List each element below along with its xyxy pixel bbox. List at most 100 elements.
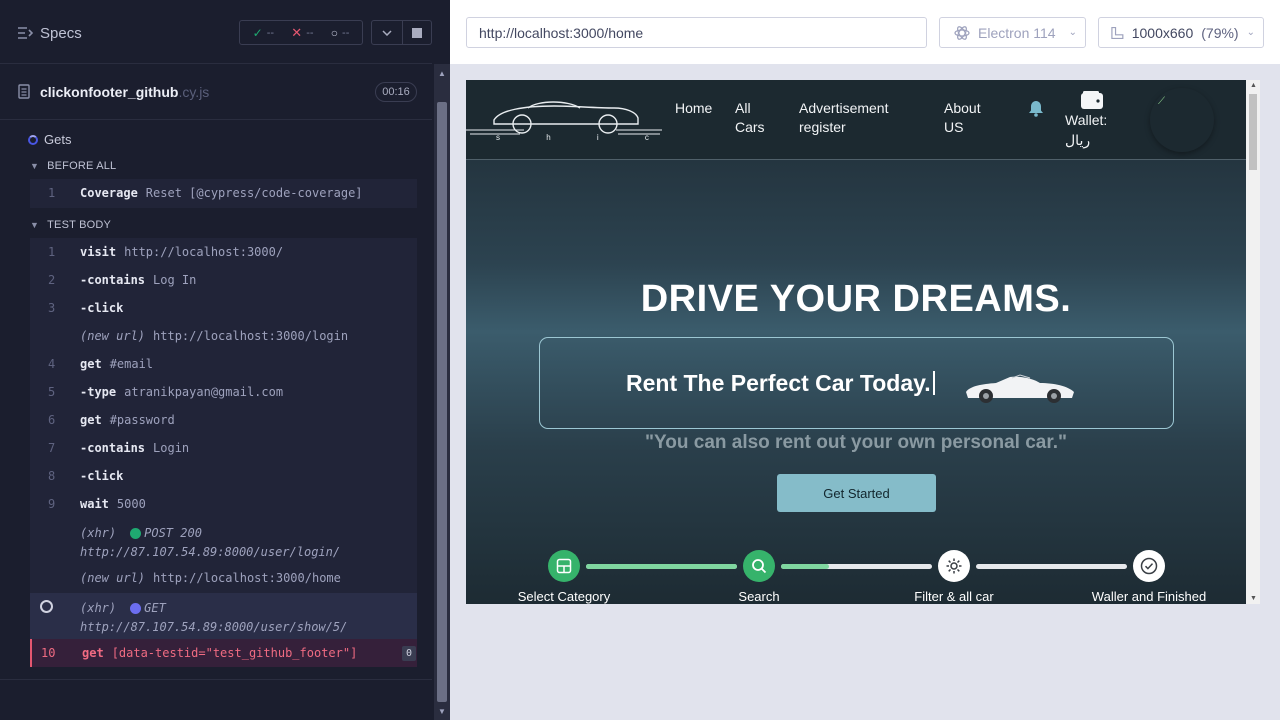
step-progress-fill-2	[781, 564, 830, 569]
hero-subtitle: Rent The Perfect Car Today.	[626, 370, 935, 397]
loading-spinner-icon	[40, 600, 53, 613]
stop-icon	[412, 27, 422, 38]
command-row[interactable]: (new url) http://localhost:3000/home	[30, 564, 417, 592]
brand-logo[interactable]: s h i c h i	[466, 90, 748, 151]
nav-advertisement-link[interactable]: Advertisement register	[799, 99, 895, 137]
avatar-image-icon: ⟋	[1158, 96, 1165, 107]
scroll-thumb[interactable]	[437, 102, 447, 702]
scroll-up-arrow-icon[interactable]: ▲	[1250, 82, 1257, 89]
step-label: Select Category	[517, 589, 611, 604]
command-row[interactable]: 4 get #email	[30, 350, 417, 378]
svg-text:s h i c h i: s h i c h i	[496, 133, 666, 142]
passed-stat: ✓ --	[252, 25, 275, 40]
xhr-log-row[interactable]: (xhr) POST 200 http://87.107.54.89:8000/u…	[30, 518, 417, 564]
command-row[interactable]: 1 visit http://localhost:3000/	[30, 238, 417, 266]
specs-header: Specs ✓ -- ✕ -- ○ --	[0, 0, 432, 64]
specs-label[interactable]: Specs	[40, 25, 82, 42]
chevron-down-icon	[382, 29, 392, 36]
duration-badge: 00:16	[375, 82, 417, 102]
collapse-button[interactable]	[371, 20, 403, 45]
step-filter[interactable]	[938, 550, 970, 582]
pending-stat: ○ --	[330, 25, 350, 40]
scroll-up-arrow-icon[interactable]: ▲	[438, 69, 446, 78]
chevron-down-icon: ▼	[30, 161, 40, 171]
command-log-panel: Specs ✓ -- ✕ -- ○ -- clickonfooter_github.c…	[0, 0, 450, 720]
spec-file-ext: .cy.js	[178, 84, 210, 100]
command-log-scrollbar[interactable]: ▲ ▼	[434, 64, 450, 720]
pending-dot-icon	[130, 602, 142, 614]
step-label: Search	[738, 589, 780, 604]
test-body-heading[interactable]: ▼ TEST BODY	[30, 219, 111, 231]
specs-list-icon[interactable]	[17, 26, 34, 45]
step-label: Filter & all car	[914, 589, 994, 604]
failed-stat: ✕ --	[291, 24, 314, 40]
success-dot-icon	[130, 527, 142, 539]
suite-title[interactable]: Gets	[28, 132, 71, 147]
file-icon	[18, 84, 30, 104]
xhr-pending-row[interactable]: (xhr) GET http://87.107.54.89:8000/user/s…	[30, 593, 417, 639]
chevron-down-icon: ⌄	[1068, 27, 1077, 38]
url-bar[interactable]: http://localhost:3000/home	[466, 17, 927, 48]
browser-selector[interactable]: Electron 114 ⌄	[939, 17, 1086, 48]
app-navbar: s h i c h i Home All Cars Advertisement …	[466, 80, 1246, 160]
category-icon	[556, 558, 572, 574]
nav-all-cars-link[interactable]: All Cars	[735, 99, 765, 137]
command-row[interactable]: 6 get #password	[30, 406, 417, 434]
step-label: Waller and Finished	[1091, 589, 1207, 604]
divider	[0, 679, 432, 680]
scroll-thumb[interactable]	[1249, 94, 1257, 170]
command-row[interactable]: (new url) http://localhost:3000/login	[30, 322, 417, 350]
search-icon	[752, 559, 767, 574]
command-row[interactable]: 5 -type atranikpayan@gmail.com	[30, 378, 417, 406]
x-icon: ✕	[291, 24, 303, 40]
running-spinner-icon	[28, 134, 38, 145]
step-progress-track-3	[976, 564, 1127, 569]
pending-circle-icon: ○	[330, 25, 339, 40]
suite-title-label: Gets	[44, 132, 72, 147]
spec-file-name[interactable]: clickonfooter_github.cy.js	[40, 84, 209, 100]
command-row[interactable]: 9 wait 5000	[30, 490, 417, 518]
command-row[interactable]: 1 Coverage Reset [@cypress/code-coverage]	[30, 179, 417, 207]
scroll-down-arrow-icon[interactable]: ▼	[438, 707, 446, 716]
car-image-icon	[962, 370, 1078, 409]
command-row[interactable]: 8 -click	[30, 462, 417, 490]
wallet-label[interactable]: Wallet: ریال	[1065, 110, 1113, 150]
hero-title: DRIVE YOUR DREAMS.	[640, 278, 1072, 320]
hero-tagline-box: Rent The Perfect Car Today.	[539, 337, 1174, 429]
electron-icon	[954, 25, 970, 40]
text-cursor	[932, 371, 935, 395]
scroll-down-arrow-icon[interactable]: ▼	[1250, 595, 1257, 602]
aut-header: http://localhost:3000/home Electron 114 …	[450, 0, 1280, 64]
chevron-down-icon: ▼	[30, 220, 40, 230]
nav-about-link[interactable]: About US	[944, 99, 988, 137]
aut-iframe: s h i c h i Home All Cars Advertisement …	[466, 80, 1260, 604]
nav-home-link[interactable]: Home	[675, 99, 712, 118]
command-row[interactable]: 2 -contains Log In	[30, 266, 417, 294]
command-row[interactable]: 7 -contains Login	[30, 434, 417, 462]
step-finish[interactable]	[1133, 550, 1165, 582]
element-count-badge: 0	[402, 646, 416, 661]
step-search[interactable]	[743, 550, 775, 582]
step-select-category[interactable]	[548, 550, 580, 582]
test-stats: ✓ -- ✕ -- ○ --	[239, 20, 363, 45]
failed-command-row[interactable]: 10 get [data-testid="test_github_footer"]…	[30, 639, 417, 667]
gear-icon	[946, 558, 962, 574]
hero-quote: "You can also rent out your own personal…	[644, 432, 1068, 453]
command-row[interactable]: 3 -click	[30, 294, 417, 322]
aut-panel: http://localhost:3000/home Electron 114 …	[450, 0, 1280, 720]
test-body-commands: 1 visit http://localhost:3000/ 2 -contains L…	[30, 238, 417, 667]
step-progress-track-2	[781, 564, 932, 569]
ruler-icon	[1111, 26, 1124, 39]
bell-icon[interactable]	[1028, 100, 1044, 122]
get-started-button[interactable]: Get Started	[777, 474, 936, 512]
step-progress-track-1	[586, 564, 737, 569]
app-page: s h i c h i Home All Cars Advertisement …	[466, 80, 1246, 604]
spec-file-header: clickonfooter_github.cy.js 00:16	[0, 64, 432, 120]
viewport-info[interactable]: 1000x660 (79%) ⌄	[1098, 17, 1264, 48]
stop-button[interactable]	[403, 20, 432, 45]
before-all-commands: 1 Coverage Reset [@cypress/code-coverage]	[30, 179, 417, 208]
check-icon: ✓	[252, 25, 263, 40]
aut-scrollbar[interactable]: ▲ ▼	[1246, 80, 1260, 604]
before-all-heading[interactable]: ▼ BEFORE ALL	[30, 160, 116, 172]
check-circle-icon	[1140, 557, 1158, 575]
